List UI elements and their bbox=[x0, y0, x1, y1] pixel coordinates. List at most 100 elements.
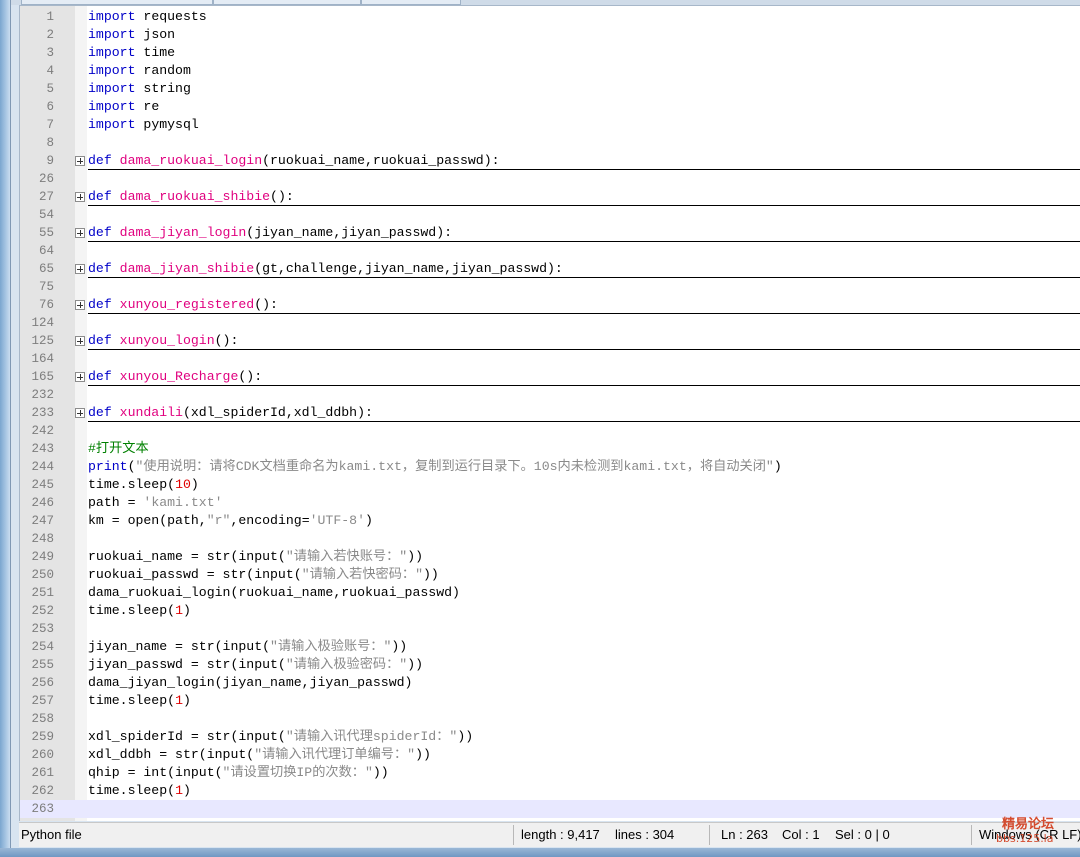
code-line[interactable]: 245 time.sleep(10) bbox=[20, 476, 1080, 494]
code-token: json bbox=[143, 27, 176, 42]
code-token: km = open(path, bbox=[88, 513, 207, 528]
code-line[interactable]: 124 bbox=[20, 314, 1080, 332]
code-token: )) bbox=[391, 639, 408, 654]
line-number: 249 bbox=[31, 550, 54, 564]
expand-fold-icon[interactable] bbox=[75, 336, 85, 346]
code-line[interactable]: 8 bbox=[20, 134, 1080, 152]
code-token: ) bbox=[190, 477, 199, 492]
keyword-token: def bbox=[88, 297, 120, 312]
expand-fold-icon[interactable] bbox=[75, 156, 85, 166]
code-line[interactable]: 242 bbox=[20, 422, 1080, 440]
code-line[interactable]: 248 bbox=[20, 530, 1080, 548]
code-line[interactable]: 252 time.sleep(1) bbox=[20, 602, 1080, 620]
line-number: 247 bbox=[31, 514, 54, 528]
code-token: ruokuai_name = str(input( bbox=[88, 549, 286, 564]
line-number: 263 bbox=[31, 802, 54, 816]
code-line[interactable]: 1 import requests bbox=[20, 8, 1080, 26]
code-line[interactable]: 9 def dama_ruokuai_login(ruokuai_name,ruo… bbox=[20, 152, 1080, 170]
code-line[interactable]: 256 dama_jiyan_login(jiyan_name,jiyan_pas… bbox=[20, 674, 1080, 692]
code-text: def dama_ruokuai_login(ruokuai_name,ruok… bbox=[88, 152, 500, 170]
code-line[interactable]: 54 bbox=[20, 206, 1080, 224]
line-number: 27 bbox=[38, 190, 54, 204]
code-line[interactable]: 243 #打开文本 bbox=[20, 440, 1080, 458]
line-number: 260 bbox=[31, 748, 54, 762]
code-token: ) bbox=[365, 513, 373, 528]
code-line[interactable]: 125 def xunyou_login(): bbox=[20, 332, 1080, 350]
keyword-token: def bbox=[88, 405, 120, 420]
line-number: 245 bbox=[31, 478, 54, 492]
line-number: 75 bbox=[38, 280, 54, 294]
line-number: 258 bbox=[31, 712, 54, 726]
code-line[interactable]: 250 ruokuai_passwd = str(input("请输入若快密码："… bbox=[20, 566, 1080, 584]
keyword-token: def bbox=[88, 333, 120, 348]
code-token: re bbox=[143, 99, 160, 114]
code-text: #打开文本 bbox=[88, 440, 149, 458]
expand-fold-icon[interactable] bbox=[75, 264, 85, 274]
keyword-token: def bbox=[88, 153, 120, 168]
code-text: time.sleep(1) bbox=[88, 602, 191, 620]
code-line[interactable]: 249 ruokuai_name = str(input("请输入若快账号：")) bbox=[20, 548, 1080, 566]
code-token: time.sleep( bbox=[88, 477, 176, 492]
code-line[interactable]: 258 bbox=[20, 710, 1080, 728]
code-line[interactable]: 254 jiyan_name = str(input("请输入极验账号：")) bbox=[20, 638, 1080, 656]
code-line[interactable]: 247 km = open(path,"r",encoding='UTF-8') bbox=[20, 512, 1080, 530]
expand-fold-icon[interactable] bbox=[75, 408, 85, 418]
code-line[interactable]: 26 bbox=[20, 170, 1080, 188]
code-line[interactable]: 233 def xundaili(xdl_spiderId,xdl_ddbh): bbox=[20, 404, 1080, 422]
expand-fold-icon[interactable] bbox=[75, 228, 85, 238]
line-number: 5 bbox=[46, 82, 54, 96]
string-token: "请输入讯代理spiderId：" bbox=[285, 729, 458, 744]
code-line[interactable]: 65 def dama_jiyan_shibie(gt,challenge,jiy… bbox=[20, 260, 1080, 278]
code-line[interactable]: 260 xdl_ddbh = str(input("请输入讯代理订单编号：")) bbox=[20, 746, 1080, 764]
code-line[interactable]: 246 path = 'kami.txt' bbox=[20, 494, 1080, 512]
code-editor[interactable]: 1 import requests 2 import json 3 import time… bbox=[19, 5, 1080, 821]
function-name-token: dama_jiyan_login bbox=[119, 225, 247, 240]
code-line[interactable]: 244 print("使用说明：请将CDK文档重命名为kami.txt，复制到运行… bbox=[20, 458, 1080, 476]
code-line[interactable]: 5 import string bbox=[20, 80, 1080, 98]
cursor-column-label: Col : 1 bbox=[782, 827, 820, 842]
code-line[interactable]: 6 import re bbox=[20, 98, 1080, 116]
status-bar: Python file length : 9,417 lines : 304 L… bbox=[19, 822, 1080, 847]
code-line[interactable]: 165 def xunyou_Recharge(): bbox=[20, 368, 1080, 386]
expand-fold-icon[interactable] bbox=[75, 300, 85, 310]
code-text: import random bbox=[88, 62, 191, 80]
code-line[interactable]: 253 bbox=[20, 620, 1080, 638]
code-line[interactable]: 262 time.sleep(1) bbox=[20, 782, 1080, 800]
line-number: 255 bbox=[31, 658, 54, 672]
code-token: )) bbox=[415, 747, 431, 762]
string-token: 'kami.txt' bbox=[143, 495, 223, 510]
code-line[interactable]: 3 import time bbox=[20, 44, 1080, 62]
function-name-token: xunyou_login bbox=[119, 333, 215, 348]
code-line[interactable]: 164 bbox=[20, 350, 1080, 368]
code-line[interactable]: 251 dama_ruokuai_login(ruokuai_name,ruoku… bbox=[20, 584, 1080, 602]
code-line[interactable]: 27 def dama_ruokuai_shibie(): bbox=[20, 188, 1080, 206]
string-token: 'UTF-8' bbox=[309, 513, 366, 528]
code-line[interactable]: 259 xdl_spiderId = str(input("请输入讯代理spide… bbox=[20, 728, 1080, 746]
code-line[interactable]: 4 import random bbox=[20, 62, 1080, 80]
code-token: ) bbox=[182, 603, 191, 618]
expand-fold-icon[interactable] bbox=[75, 192, 85, 202]
code-line[interactable]: 255 jiyan_passwd = str(input("请输入极验密码：")) bbox=[20, 656, 1080, 674]
code-text: import time bbox=[88, 44, 175, 62]
code-line[interactable]: 64 bbox=[20, 242, 1080, 260]
current-code-line[interactable]: 263 bbox=[20, 800, 1080, 818]
code-line[interactable]: 55 def dama_jiyan_login(jiyan_name,jiyan_… bbox=[20, 224, 1080, 242]
forum-watermark: 精易论坛 bbs.125.la bbox=[990, 816, 1080, 852]
code-line[interactable]: 232 bbox=[20, 386, 1080, 404]
code-line[interactable]: 7 import pymysql bbox=[20, 116, 1080, 134]
code-line[interactable]: 257 time.sleep(1) bbox=[20, 692, 1080, 710]
code-token: qhip = int(input( bbox=[88, 765, 223, 780]
expand-fold-icon[interactable] bbox=[75, 372, 85, 382]
number-token: 1 bbox=[175, 603, 183, 618]
code-line[interactable]: 76 def xunyou_registered(): bbox=[20, 296, 1080, 314]
code-line[interactable]: 75 bbox=[20, 278, 1080, 296]
code-text: import json bbox=[88, 26, 175, 44]
code-text: xdl_spiderId = str(input("请输入讯代理spiderId… bbox=[88, 728, 473, 746]
code-token: xdl_ddbh = str(input( bbox=[88, 747, 255, 762]
code-text: import re bbox=[88, 98, 159, 116]
code-text: time.sleep(1) bbox=[88, 782, 191, 800]
code-line[interactable]: 261 qhip = int(input("请设置切换IP的次数：")) bbox=[20, 764, 1080, 782]
code-line[interactable]: 2 import json bbox=[20, 26, 1080, 44]
line-number: 3 bbox=[46, 46, 54, 60]
code-token: ruokuai_passwd = str(input( bbox=[88, 567, 302, 582]
